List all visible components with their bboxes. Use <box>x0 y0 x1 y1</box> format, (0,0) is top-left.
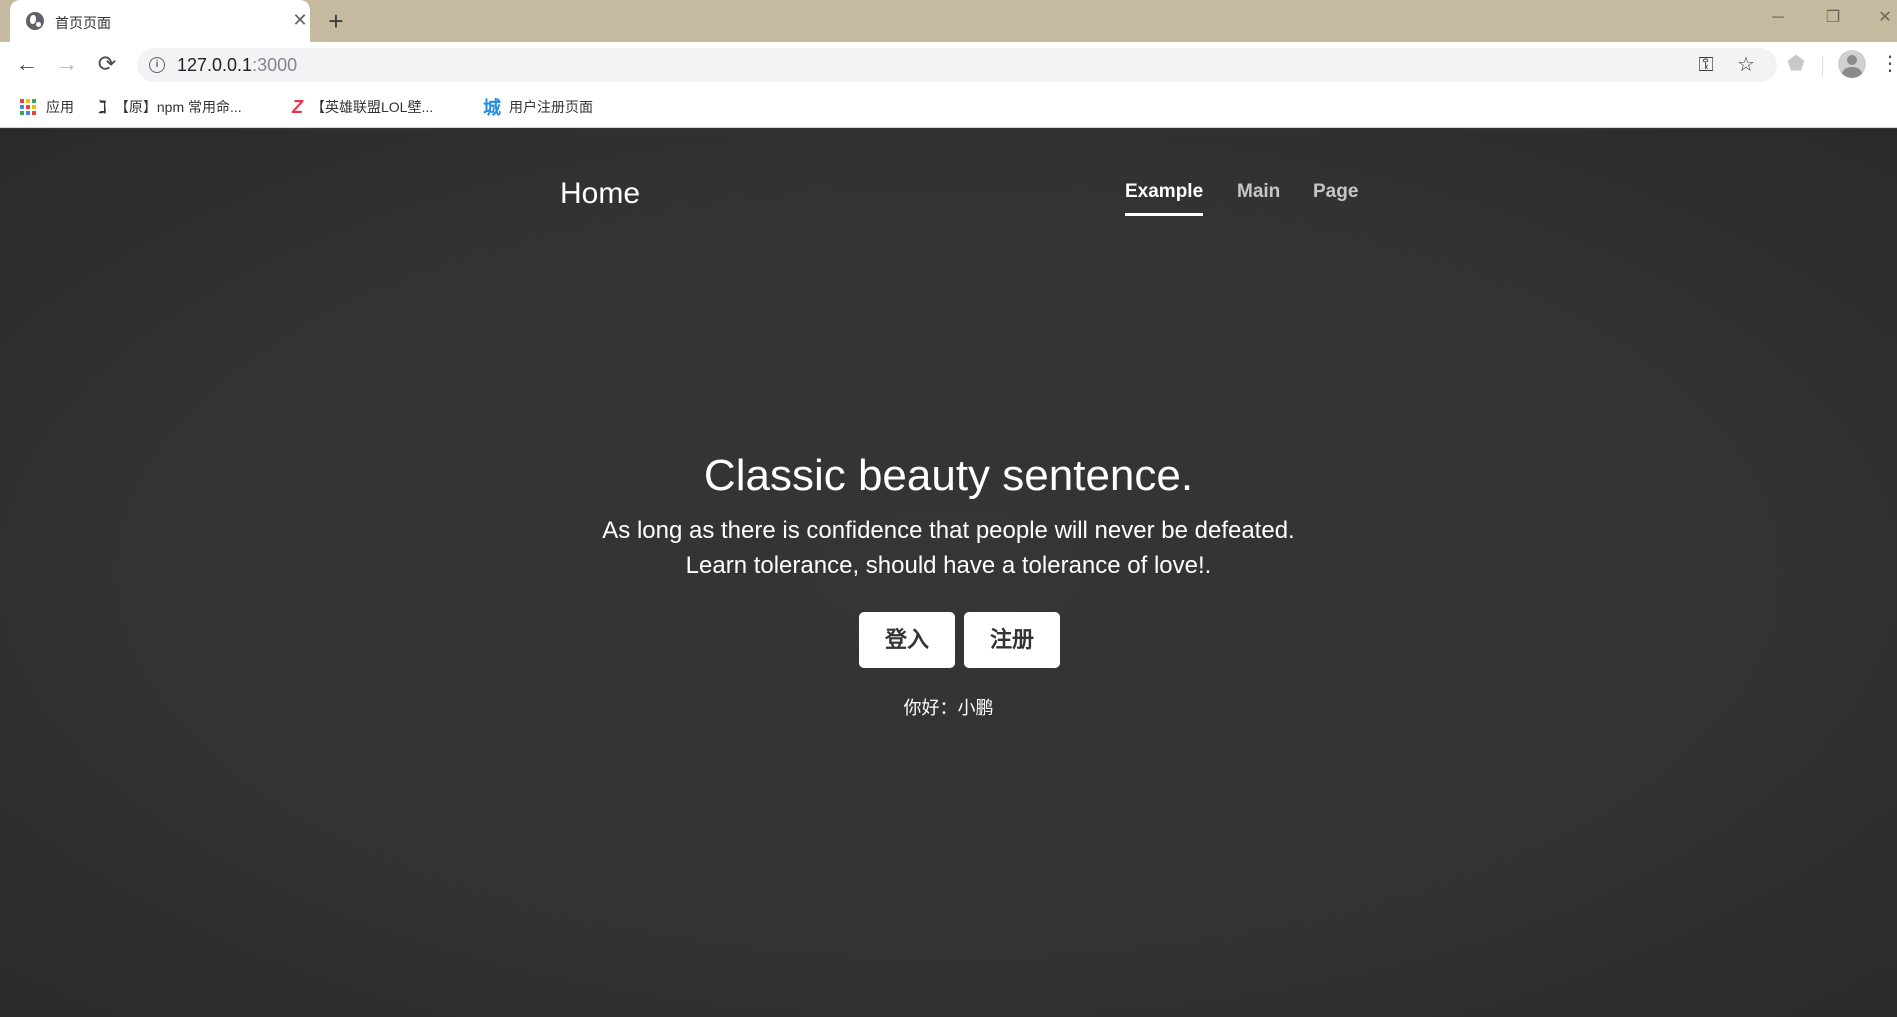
restore-window-button[interactable]: ❐ <box>1818 6 1848 30</box>
login-button[interactable]: 登入 <box>859 612 955 668</box>
browser-toolbar: ← → ⟳ i 127.0.0.1:3000 ⚿ ☆ ⬟ ⋮ <box>0 42 1897 86</box>
apps-grid-icon <box>20 99 36 115</box>
back-button[interactable]: ← <box>13 50 41 78</box>
minimize-window-button[interactable]: ─ <box>1763 6 1793 30</box>
close-window-button[interactable]: ✕ <box>1870 6 1897 30</box>
bookmarks-bar: 应用 ℷ 【原】npm 常用命... Z 【英雄联盟LOL壁... 城 用户注册… <box>0 86 1897 128</box>
address-bar[interactable]: i 127.0.0.1:3000 ⚿ ☆ <box>137 48 1777 82</box>
tab-close-icon[interactable]: ✕ <box>290 10 310 30</box>
more-vert-icon[interactable]: ⋮ <box>1880 50 1897 78</box>
key-icon[interactable]: ⚿ <box>1694 53 1718 77</box>
toolbar-divider <box>1822 56 1823 76</box>
bookmark-label: 应用 <box>46 99 74 115</box>
tag-icon[interactable]: ⬟ <box>1784 52 1808 76</box>
bookmark-lol[interactable]: Z 【英雄联盟LOL壁... <box>292 96 433 118</box>
profile-avatar[interactable] <box>1838 50 1866 78</box>
bookmark-register-page[interactable]: 城 用户注册页面 <box>483 96 593 118</box>
hero-title: Classic beauty sentence. <box>703 451 1194 500</box>
url-host: 127.0.0.1 <box>177 55 253 75</box>
hero-lead-line-2: Learn tolerance, should have a tolerance… <box>685 552 1212 579</box>
bookmark-a-icon: ℷ <box>98 96 107 117</box>
tab-title: 首页页面 <box>55 15 111 31</box>
bookmark-cheng-icon: 城 <box>483 98 501 118</box>
tab-strip: 首页页面 ✕ + ─ ❐ ✕ <box>0 0 1897 42</box>
register-button[interactable]: 注册 <box>964 612 1060 668</box>
bookmark-apps[interactable]: 应用 <box>20 96 74 118</box>
star-icon[interactable]: ☆ <box>1734 53 1758 77</box>
site-brand[interactable]: Home <box>560 177 640 211</box>
url-port: :3000 <box>252 55 298 75</box>
forward-button[interactable]: → <box>53 50 81 78</box>
bookmark-label: 用户注册页面 <box>509 99 593 115</box>
reload-button[interactable]: ⟳ <box>93 50 121 78</box>
bookmark-label: 【原】npm 常用命... <box>114 99 242 115</box>
bookmark-npm[interactable]: ℷ 【原】npm 常用命... <box>98 96 242 118</box>
nav-link-page[interactable]: Page <box>1313 181 1358 213</box>
bookmark-z-icon: Z <box>292 96 303 117</box>
browser-tab[interactable]: 首页页面 ✕ <box>10 0 310 42</box>
page-content: Home Example Main Page Classic beauty se… <box>0 129 1897 1017</box>
bookmark-label: 【英雄联盟LOL壁... <box>311 99 434 115</box>
hero-lead-line-1: As long as there is confidence that peop… <box>602 517 1295 544</box>
url-text[interactable]: 127.0.0.1:3000 <box>177 55 297 76</box>
globe-icon <box>26 12 44 30</box>
nav-link-example[interactable]: Example <box>1125 181 1204 216</box>
site-info-icon[interactable]: i <box>149 57 165 73</box>
user-greeting: 你好：小鹏 <box>903 698 994 718</box>
new-tab-button[interactable]: + <box>322 7 350 35</box>
nav-link-main[interactable]: Main <box>1237 181 1280 213</box>
